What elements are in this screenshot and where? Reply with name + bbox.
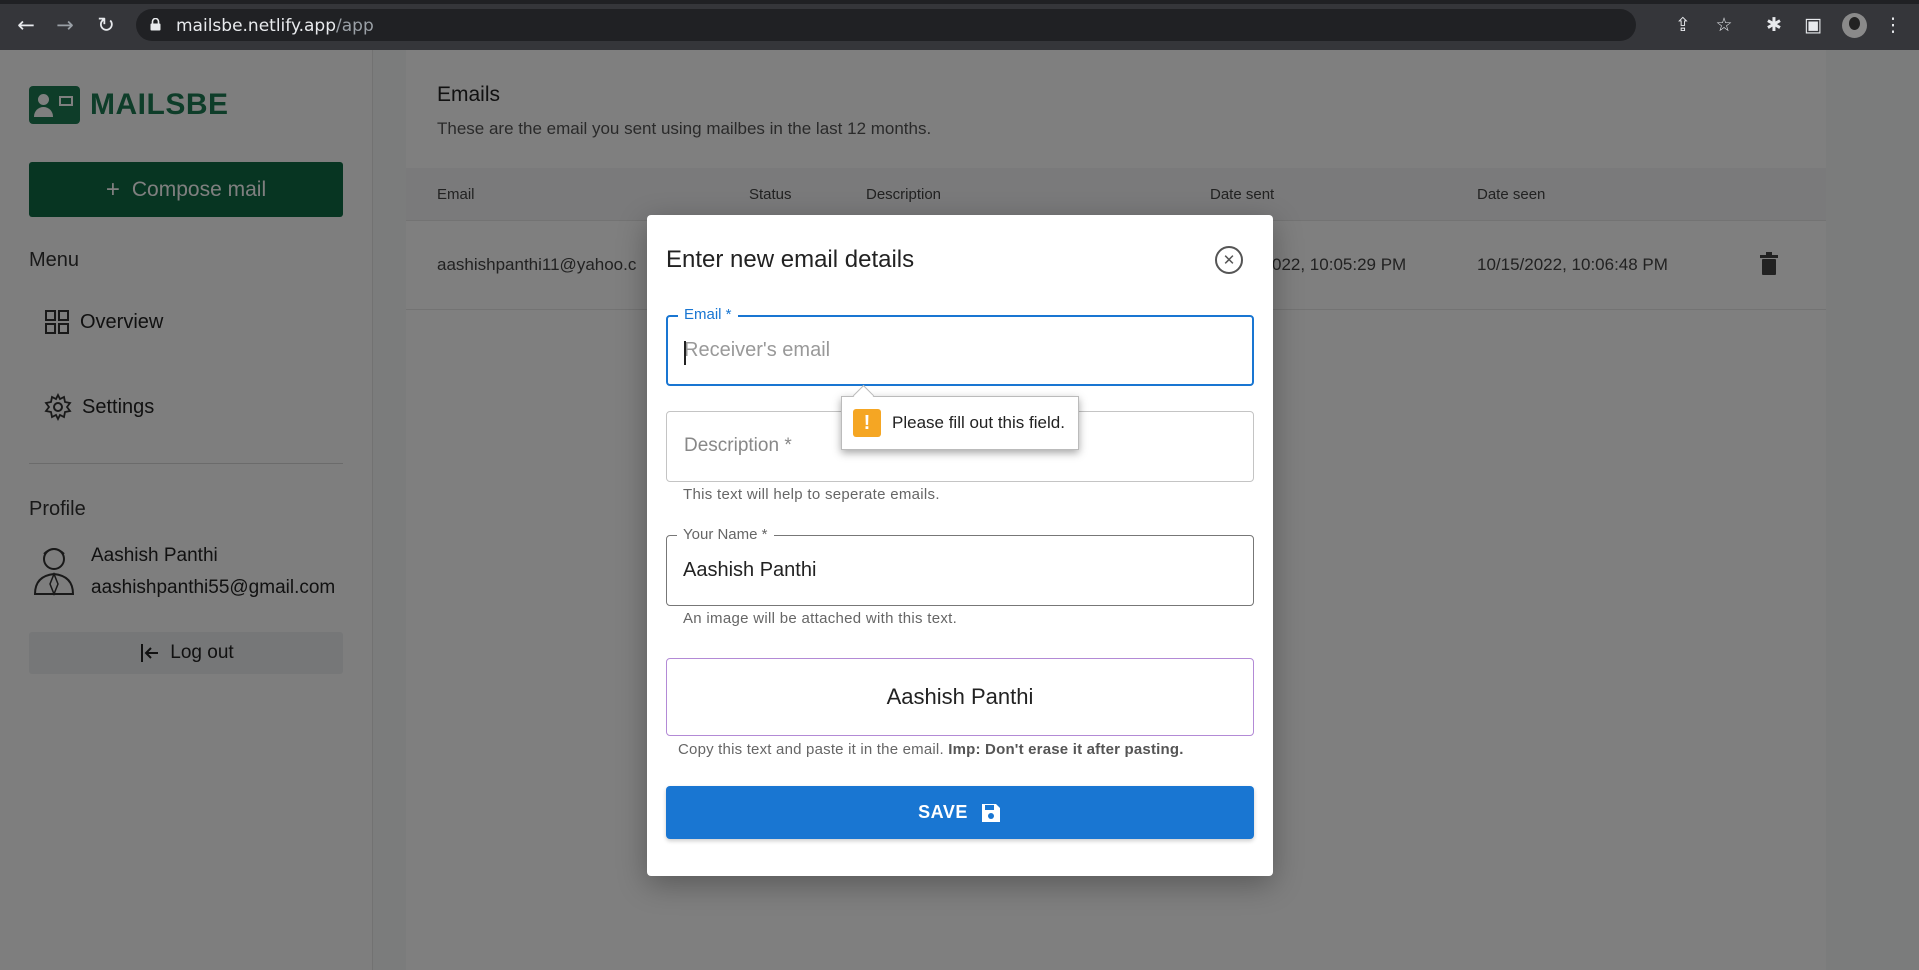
- email-input[interactable]: [684, 317, 1244, 384]
- back-arrow-icon[interactable]: ←: [13, 12, 39, 38]
- tab-strip: [0, 0, 1919, 4]
- extensions-icon[interactable]: ✱: [1762, 13, 1786, 37]
- copy-instruction-important: Imp: Don't erase it after pasting.: [948, 741, 1184, 758]
- url-host: mailsbe.netlify.app: [176, 16, 337, 36]
- lock-icon[interactable]: [150, 18, 161, 31]
- your-name-input[interactable]: [683, 536, 1243, 605]
- description-helper-text: This text will help to seperate emails.: [683, 486, 940, 503]
- side-panel-icon[interactable]: ▣: [1801, 13, 1825, 37]
- copy-instruction: Copy this text and paste it in the email…: [678, 741, 1184, 758]
- your-name-helper-text: An image will be attached with this text…: [683, 610, 958, 627]
- close-icon[interactable]: ✕: [1215, 246, 1243, 274]
- warning-icon: !: [853, 409, 881, 437]
- kebab-menu-icon[interactable]: ⋮: [1881, 13, 1905, 37]
- forward-arrow-icon[interactable]: →: [52, 12, 78, 38]
- copy-instruction-text: Copy this text and paste it in the email…: [678, 741, 944, 758]
- share-icon[interactable]: ⇪: [1671, 13, 1695, 37]
- reload-icon[interactable]: ↻: [93, 12, 119, 38]
- floppy-disk-icon: [981, 803, 1000, 822]
- save-label: SAVE: [918, 802, 968, 822]
- email-field[interactable]: Email *: [666, 306, 1254, 386]
- new-email-dialog: Enter new email details ✕ Email * Descri…: [647, 215, 1273, 876]
- browser-toolbar: ← → ↻ mailsbe.netlify.app/app ⇪ ☆ ✱ ▣ ⋮: [0, 0, 1919, 50]
- validation-tooltip: ! Please fill out this field.: [841, 396, 1079, 450]
- dialog-title: Enter new email details: [666, 246, 915, 273]
- signature-preview[interactable]: Aashish Panthi: [666, 658, 1254, 736]
- save-button[interactable]: SAVE: [666, 786, 1254, 839]
- url-text[interactable]: mailsbe.netlify.app/app: [176, 16, 374, 36]
- text-cursor: [684, 341, 686, 365]
- your-name-field[interactable]: Your Name *: [666, 526, 1254, 606]
- validation-message: Please fill out this field.: [892, 413, 1065, 432]
- star-icon[interactable]: ☆: [1712, 13, 1736, 37]
- profile-avatar-icon[interactable]: [1842, 13, 1867, 38]
- url-path: /app: [336, 16, 374, 36]
- signature-text: Aashish Panthi: [886, 684, 1034, 709]
- description-label: Description *: [684, 435, 792, 456]
